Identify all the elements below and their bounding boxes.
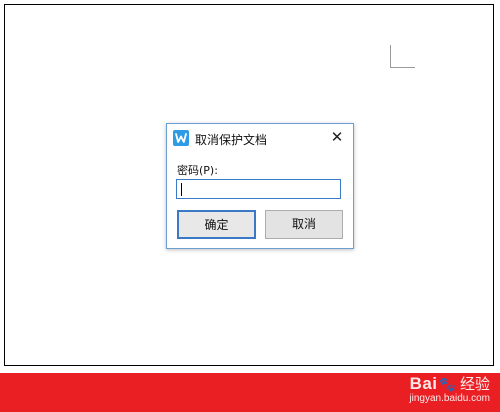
password-input[interactable] [176, 179, 341, 199]
close-button[interactable]: ✕ [329, 129, 345, 145]
unprotect-document-dialog: 取消保护文档 ✕ 密码(P): 确定 取消 [166, 123, 354, 249]
password-label: 密码(P): [177, 164, 218, 177]
page-margin-corner-mark [390, 45, 415, 68]
watermark-url: jingyan.baidu.com [409, 393, 490, 404]
cancel-button[interactable]: 取消 [265, 210, 343, 239]
close-icon: ✕ [330, 128, 344, 146]
dialog-title: 取消保护文档 [195, 133, 268, 147]
watermark-jingyan-text: 经验 [459, 375, 490, 393]
baidu-jingyan-watermark: Bai🐾 经验 jingyan.baidu.com [409, 375, 490, 404]
watermark-logo-text: Bai [409, 374, 438, 393]
text-caret [181, 183, 182, 196]
baidu-paw-icon: 🐾 [438, 377, 456, 393]
ok-button[interactable]: 确定 [177, 210, 256, 239]
wps-writer-icon [173, 130, 189, 146]
dialog-titlebar: 取消保护文档 ✕ [167, 124, 353, 152]
